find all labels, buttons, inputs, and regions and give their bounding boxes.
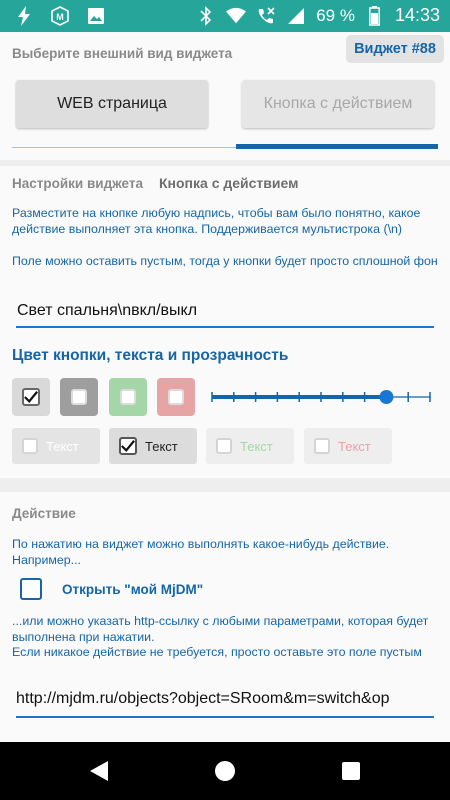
section-separator	[0, 160, 450, 166]
url-hint: ...или можно указать http-ссылку с любым…	[12, 614, 429, 659]
checkbox	[22, 438, 38, 454]
battery-percent: 69 %	[316, 5, 355, 25]
button-text-input[interactable]: Свет спальня\nвкл/выкл	[16, 302, 434, 328]
text-color-label: Текст	[145, 438, 178, 454]
battery-icon	[365, 5, 385, 26]
tab-selected-indicator	[236, 144, 438, 149]
image-icon	[86, 6, 106, 26]
signal-icon	[286, 6, 306, 26]
widget-mode-label: Кнопка с действием	[159, 175, 299, 191]
no-call-icon	[256, 6, 276, 26]
text-color-white[interactable]: Текст	[12, 428, 100, 464]
mjdm-app-icon: M	[50, 6, 70, 26]
checkbox	[314, 438, 330, 454]
action-hint: По нажатию на виджет можно выполнять как…	[12, 537, 390, 567]
recents-icon[interactable]	[338, 758, 364, 784]
navigation-bar	[0, 742, 450, 800]
open-mjdm-checkbox[interactable]	[20, 578, 42, 600]
flash-icon	[14, 6, 34, 26]
checkbox	[168, 389, 184, 405]
text-color-green[interactable]: Текст	[206, 428, 294, 464]
open-mjdm-option[interactable]: Открыть "мой MjDM"	[20, 578, 203, 600]
button-text-hint: Разместите на кнопке любую надпись, чтоб…	[12, 206, 421, 236]
appearance-label: Выберите внешний вид виджета	[12, 46, 233, 61]
open-mjdm-label: Открыть "мой MjDM"	[62, 581, 204, 597]
text-color-black[interactable]: Текст	[109, 428, 197, 464]
action-url-input[interactable]: http://mjdm.ru/objects?object=SRoom&m=sw…	[16, 690, 434, 718]
svg-text:M: M	[56, 12, 64, 22]
back-icon[interactable]	[86, 758, 112, 784]
text-color-label: Текст	[240, 438, 273, 454]
transparency-slider[interactable]	[210, 385, 432, 409]
widget-settings-label: Настройки виджета	[12, 176, 143, 191]
widget-number-badge: Виджет #88	[346, 35, 444, 63]
text-color-label: Текст	[46, 438, 79, 454]
text-color-red[interactable]: Текст	[304, 428, 392, 464]
checkbox	[71, 389, 87, 405]
tab-action-button[interactable]: Кнопка с действием	[242, 80, 434, 128]
section-separator	[0, 478, 450, 492]
clock: 14:33	[394, 5, 440, 25]
button-color-dark-gray[interactable]	[60, 378, 98, 416]
status-bar: M 69 % 14:33	[0, 0, 450, 32]
checkbox	[216, 438, 232, 454]
action-label: Действие	[12, 506, 76, 521]
bluetooth-icon	[196, 5, 216, 26]
checkbox-checked	[119, 437, 137, 455]
checkbox	[120, 389, 136, 405]
button-color-gray[interactable]	[12, 378, 50, 416]
text-color-label: Текст	[338, 438, 371, 454]
button-color-red[interactable]	[157, 378, 195, 416]
home-icon[interactable]	[212, 758, 238, 784]
button-color-green[interactable]	[109, 378, 147, 416]
empty-text-hint: Поле можно оставить пустым, тогда у кноп…	[12, 254, 438, 268]
tab-web-page[interactable]: WEB страница	[16, 80, 208, 128]
wifi-icon	[226, 6, 247, 26]
checkbox-checked	[22, 388, 40, 406]
color-section-heading: Цвет кнопки, текста и прозрачность	[12, 347, 289, 364]
